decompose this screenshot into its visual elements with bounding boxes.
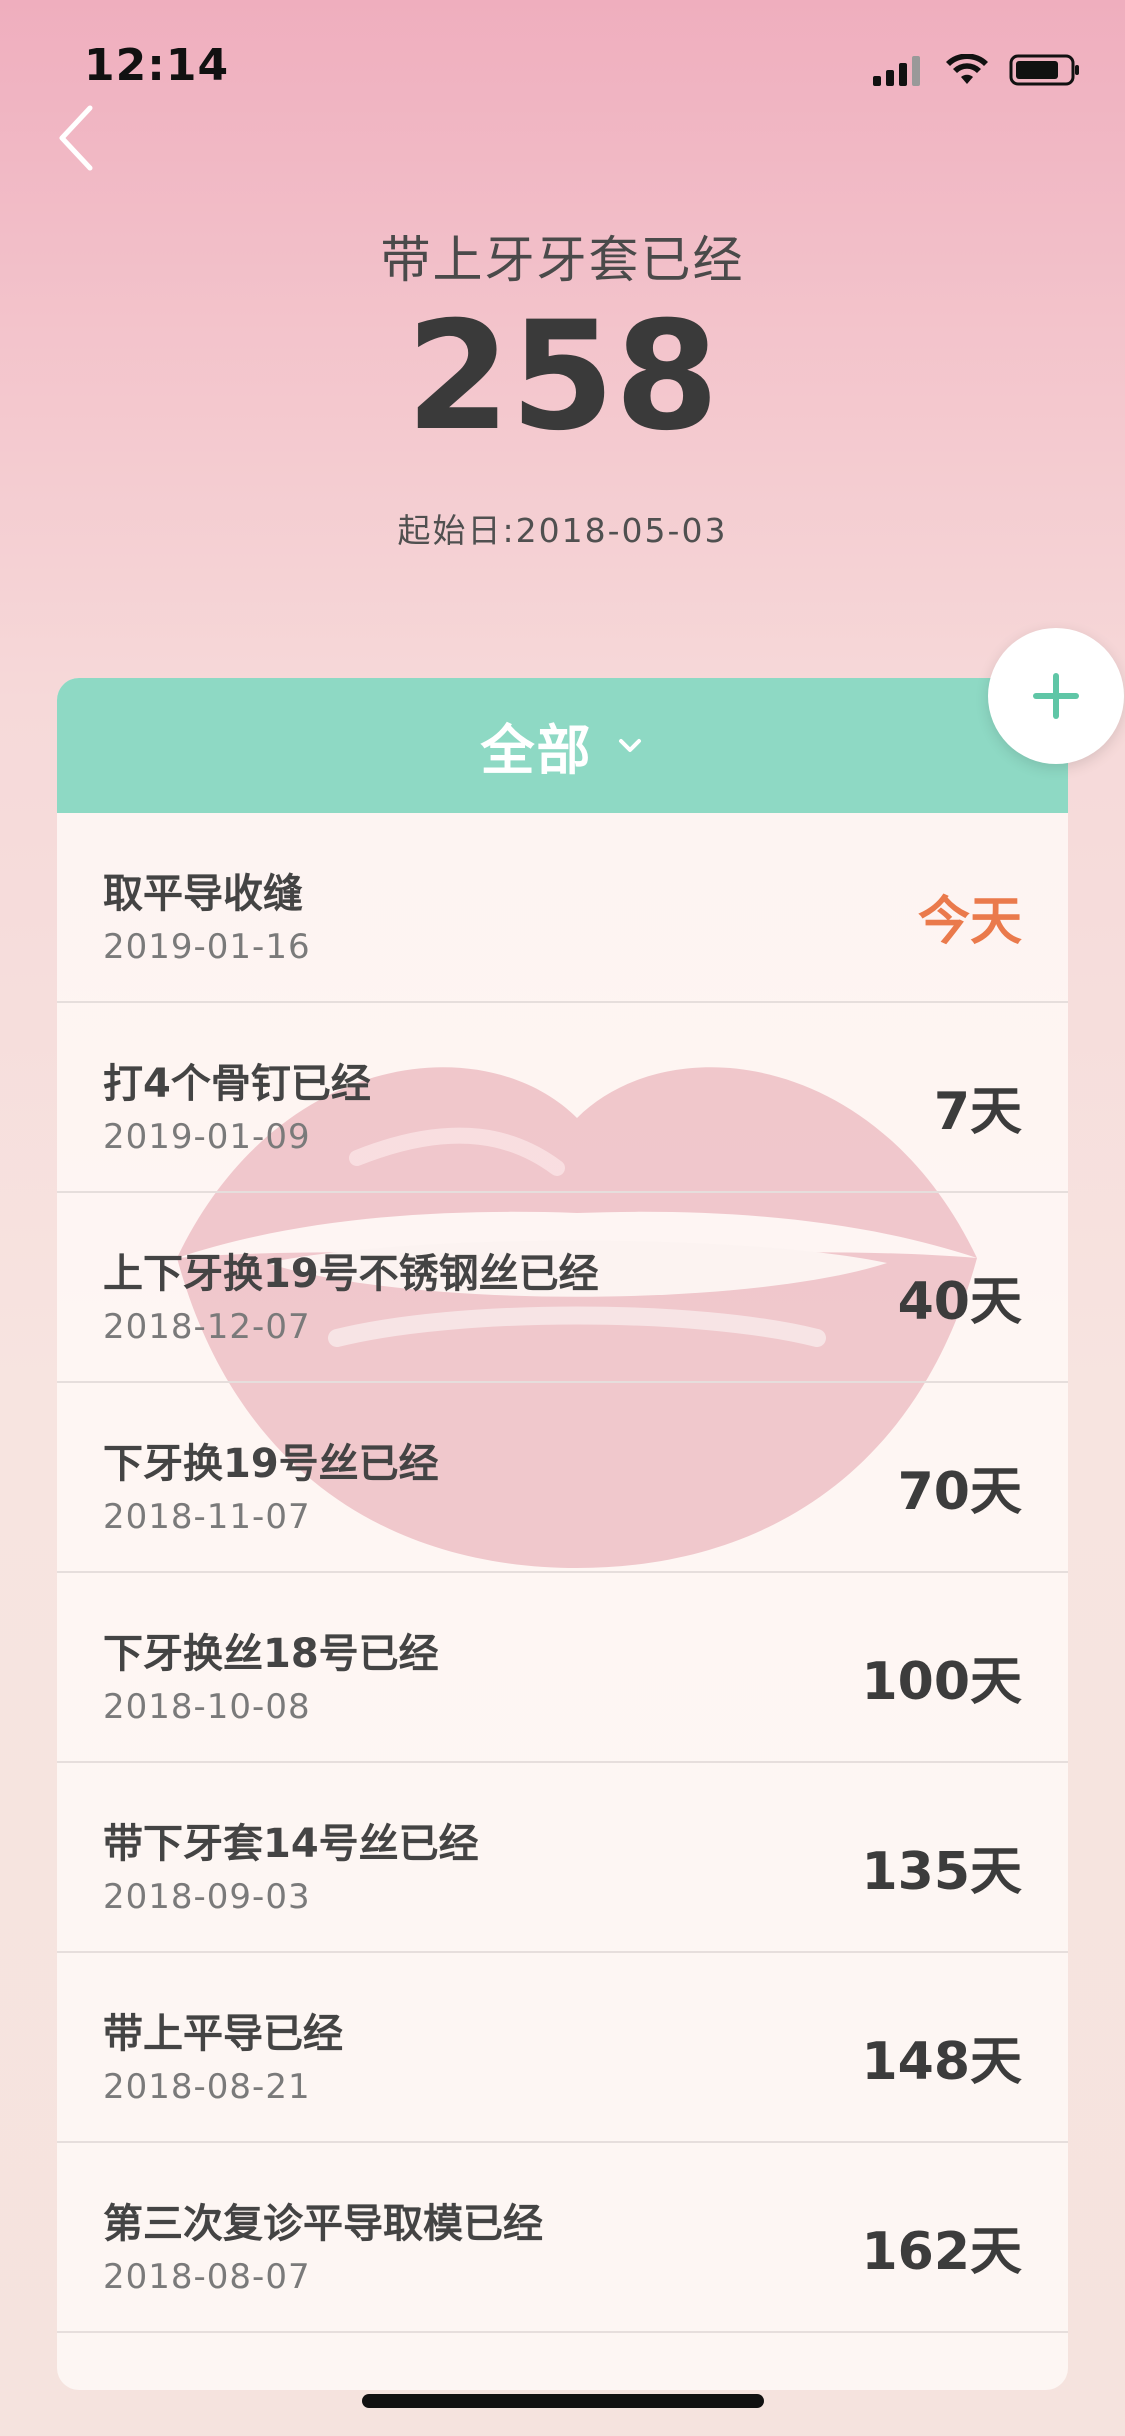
item-title: 下牙换丝18号已经 xyxy=(103,1631,439,1677)
summary-label: 带上牙牙套已经 xyxy=(380,231,745,289)
list-item[interactable]: 上下牙换19号不锈钢丝已经 2018-12-07 40天 xyxy=(57,1193,1068,1383)
home-indicator xyxy=(362,2394,764,2408)
list-item[interactable]: 带上平导已经 2018-08-21 148天 xyxy=(57,1953,1068,2143)
item-title: 取平导收缝 xyxy=(103,871,303,917)
list-item[interactable]: 带下牙套14号丝已经 2018-09-03 135天 xyxy=(57,1763,1068,1953)
item-title: 打4个骨钉已经 xyxy=(103,1061,371,1107)
item-title: 上下牙换19号不锈钢丝已经 xyxy=(103,1251,599,1297)
wifi-icon xyxy=(946,54,988,84)
start-date: 起始日:2018-05-03 xyxy=(397,511,728,550)
item-date: 2018-08-07 xyxy=(103,2257,311,2297)
item-date: 2018-08-21 xyxy=(103,2067,311,2107)
back-button[interactable] xyxy=(52,98,112,178)
filter-label: 全部 xyxy=(480,719,593,782)
item-title: 第三次复诊平导取模已经 xyxy=(103,2201,543,2247)
cellular-signal-icon xyxy=(873,56,920,86)
list-item[interactable]: 取平导收缝 2019-01-16 今天 xyxy=(57,813,1068,1003)
day-count: 258 xyxy=(405,290,720,464)
item-date: 2018-12-07 xyxy=(103,1307,311,1347)
item-days: 135天 xyxy=(861,1842,1022,1902)
item-date: 2018-11-07 xyxy=(103,1497,311,1537)
status-icons xyxy=(873,50,1081,90)
status-bar: 12:14 xyxy=(0,0,1125,130)
list-item[interactable]: 下牙换丝18号已经 2018-10-08 100天 xyxy=(57,1573,1068,1763)
item-days: 40天 xyxy=(897,1272,1022,1332)
item-days: 100天 xyxy=(861,1652,1022,1712)
list-item[interactable]: 打4个骨钉已经 2019-01-09 7天 xyxy=(57,1003,1068,1193)
chevron-down-icon xyxy=(618,738,641,752)
item-date: 2019-01-16 xyxy=(103,927,311,967)
item-date: 2018-09-03 xyxy=(103,1877,311,1917)
status-time: 12:14 xyxy=(84,40,230,91)
item-days: 148天 xyxy=(861,2032,1022,2092)
plus-icon xyxy=(1033,673,1079,719)
item-title: 带下牙套14号丝已经 xyxy=(103,1821,479,1867)
item-date: 2019-01-09 xyxy=(103,1117,311,1157)
item-days: 今天 xyxy=(917,892,1022,952)
item-days: 70天 xyxy=(897,1462,1022,1522)
event-list-card: 全部 取平导收缝 2019-01-16 今天打4个骨钉已经 2019-01-09 7天上… xyxy=(57,678,1068,2390)
chevron-left-icon xyxy=(59,105,93,171)
item-days: 162天 xyxy=(861,2222,1022,2282)
item-title: 下牙换19号丝已经 xyxy=(103,1441,439,1487)
battery-icon xyxy=(1009,54,1079,86)
filter-dropdown[interactable]: 全部 xyxy=(57,678,1068,813)
item-date: 2018-10-08 xyxy=(103,1687,311,1727)
item-days: 7天 xyxy=(933,1082,1022,1142)
event-list: 取平导收缝 2019-01-16 今天打4个骨钉已经 2019-01-09 7天上下牙换… xyxy=(57,813,1068,2333)
item-title: 带上平导已经 xyxy=(103,2011,343,2057)
add-button[interactable] xyxy=(988,628,1124,764)
summary: 带上牙牙套已经 258 起始日:2018-05-03 xyxy=(0,220,1125,552)
list-item[interactable]: 下牙换19号丝已经 2018-11-07 70天 xyxy=(57,1383,1068,1573)
list-item[interactable]: 第三次复诊平导取模已经 2018-08-07 162天 xyxy=(57,2143,1068,2333)
